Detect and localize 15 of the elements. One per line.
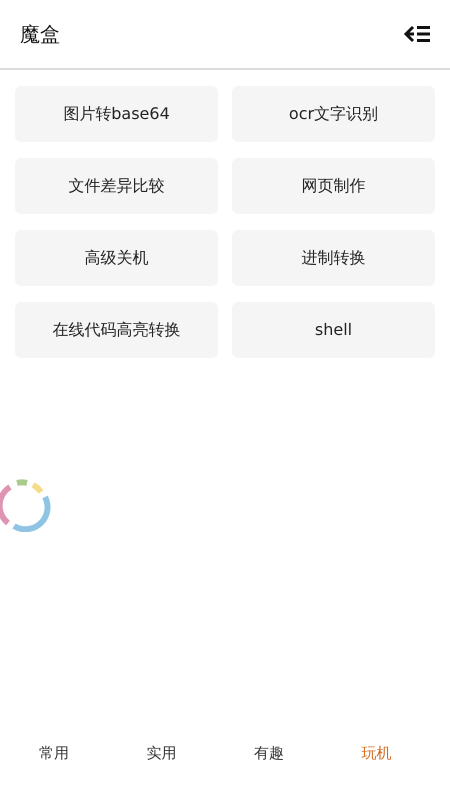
nav-tab[interactable]: 实用 — [108, 742, 215, 764]
loading-spinner-icon — [0, 478, 52, 532]
tool-button[interactable]: 图片转base64 — [15, 86, 218, 142]
tool-button[interactable]: 网页制作 — [232, 158, 435, 214]
tool-button[interactable]: 在线代码高亮转换 — [15, 302, 218, 358]
nav-tab[interactable]: 有趣 — [215, 742, 322, 764]
nav-tab[interactable]: 常用 — [0, 742, 108, 764]
tool-button[interactable]: ocr文字识别 — [232, 86, 435, 142]
nav-tab[interactable]: 玩机 — [322, 742, 430, 764]
tool-button[interactable]: shell — [232, 302, 435, 358]
menu-icon[interactable] — [404, 25, 430, 43]
tool-button[interactable]: 进制转换 — [232, 230, 435, 286]
app-title: 魔盒 — [20, 21, 60, 48]
tool-button[interactable]: 高级关机 — [15, 230, 218, 286]
tool-button[interactable]: 文件差异比较 — [15, 158, 218, 214]
